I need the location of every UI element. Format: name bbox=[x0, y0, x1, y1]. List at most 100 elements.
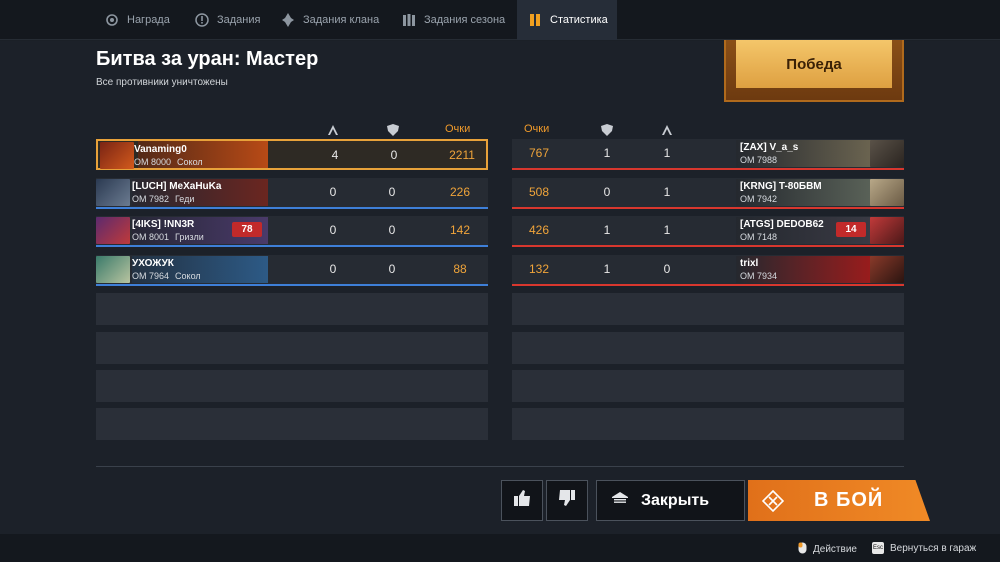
avatar bbox=[870, 217, 904, 244]
avatar bbox=[870, 256, 904, 283]
kills: 4 bbox=[331, 148, 339, 162]
battle-label: В БОЙ bbox=[814, 489, 884, 511]
tab-statistics[interactable]: Статистика bbox=[517, 0, 617, 40]
mouse-icon bbox=[798, 542, 807, 557]
tab-label: Задания клана bbox=[303, 14, 380, 26]
close-label: Закрыть bbox=[641, 491, 710, 509]
stats-bookmark-icon bbox=[527, 12, 543, 28]
assists: 1 bbox=[603, 146, 611, 160]
score: 88 bbox=[453, 262, 467, 276]
assists: 0 bbox=[388, 262, 396, 276]
clan-flame-icon bbox=[280, 12, 296, 28]
avatar bbox=[870, 179, 904, 206]
kills: 1 bbox=[663, 223, 671, 237]
ally-row-3[interactable]: [4IKS] !NN3R ОМ 8001 Гризли 78 0 0 142 bbox=[96, 216, 488, 247]
kills: 1 bbox=[663, 146, 671, 160]
assists: 0 bbox=[388, 223, 396, 237]
dislike-button[interactable] bbox=[546, 480, 588, 521]
player-om: ОМ 7942 bbox=[740, 193, 778, 204]
hint-action[interactable]: Действие bbox=[798, 542, 857, 557]
player-nick: [LUCH] MeXaHuKa bbox=[132, 180, 222, 192]
empty-slot bbox=[512, 293, 904, 325]
player-om: ОМ 7988 bbox=[740, 154, 778, 165]
player-vehicle: Сокол bbox=[175, 270, 201, 281]
kills: 0 bbox=[663, 262, 671, 276]
ally-row-1[interactable]: Vanaming0 ОМ 8000 Сокол 4 0 2211 bbox=[96, 139, 488, 170]
enemy-score-header: Очки bbox=[524, 123, 550, 135]
tab-award[interactable]: Награда bbox=[94, 0, 180, 40]
kills: 0 bbox=[329, 185, 337, 199]
tab-label: Статистика bbox=[550, 14, 608, 26]
player-om: ОМ 7934 bbox=[740, 270, 778, 281]
assists: 0 bbox=[388, 185, 396, 199]
tab-clan-tasks[interactable]: Задания клана bbox=[270, 0, 389, 40]
esc-key: Esc bbox=[872, 542, 885, 554]
player-vehicle: Геди bbox=[175, 193, 195, 204]
player-info: [4IKS] !NN3R ОМ 8001 Гризли bbox=[132, 216, 304, 245]
avatar bbox=[96, 256, 130, 283]
crossed-swords-icon bbox=[326, 123, 340, 135]
kills: 0 bbox=[329, 223, 337, 237]
hint-back[interactable]: Esc Вернуться в гараж bbox=[872, 542, 976, 554]
garage-icon bbox=[611, 491, 629, 510]
enemy-row-1[interactable]: 767 1 1 [ZAX] V_a_s ОМ 7988 bbox=[512, 139, 904, 170]
empty-slot bbox=[96, 408, 488, 440]
kills: 1 bbox=[663, 185, 671, 199]
ally-row-2[interactable]: [LUCH] MeXaHuKa ОМ 7982 Геди 0 0 226 bbox=[96, 178, 488, 209]
result-label: Победа bbox=[786, 55, 842, 73]
hint-action-label: Действие bbox=[813, 544, 857, 555]
empty-slot bbox=[96, 293, 488, 325]
player-nick: [4IKS] !NN3R bbox=[132, 218, 195, 230]
like-button[interactable] bbox=[501, 480, 543, 521]
player-vehicle: Сокол bbox=[177, 156, 203, 167]
score: 426 bbox=[528, 223, 550, 237]
score: 226 bbox=[449, 185, 471, 199]
tab-label: Награда bbox=[127, 14, 170, 26]
player-om: ОМ 7148 bbox=[740, 231, 778, 242]
kills: 0 bbox=[329, 262, 337, 276]
avatar bbox=[870, 140, 904, 167]
battle-button[interactable]: В БОЙ bbox=[748, 480, 930, 521]
thumbs-down-icon bbox=[557, 488, 577, 513]
enemy-row-2[interactable]: 508 0 1 [KRNG] T-80БВМ ОМ 7942 bbox=[512, 178, 904, 209]
avatar bbox=[100, 142, 134, 169]
score: 508 bbox=[528, 185, 550, 199]
results-panel bbox=[0, 41, 1000, 534]
player-om: ОМ 8001 bbox=[132, 231, 170, 242]
ally-row-4[interactable]: УХОЖУК ОМ 7964 Сокол 0 0 88 bbox=[96, 255, 488, 286]
tab-label: Задания bbox=[217, 14, 261, 26]
gear-award-icon bbox=[104, 12, 120, 28]
tab-bar: Награда Задания Задания клана Задания се… bbox=[0, 0, 1000, 40]
empty-slot bbox=[96, 332, 488, 364]
crossed-swords-icon bbox=[660, 123, 674, 135]
result-banner: Победа bbox=[724, 40, 904, 102]
player-nick: УХОЖУК bbox=[132, 257, 174, 269]
enemy-row-3[interactable]: 426 1 1 [ATGS] DEDOB62 ОМ 7148 14 bbox=[512, 216, 904, 247]
tab-label: Задания сезона bbox=[424, 14, 506, 26]
player-nick: Vanaming0 bbox=[134, 143, 187, 155]
score: 767 bbox=[528, 146, 550, 160]
empty-slot bbox=[512, 332, 904, 364]
tab-season-tasks[interactable]: Задания сезона bbox=[391, 0, 515, 40]
avatar bbox=[96, 217, 130, 244]
player-om: ОМ 7964 bbox=[132, 270, 170, 281]
player-info: Vanaming0 ОМ 8000 Сокол bbox=[134, 141, 306, 170]
player-info: УХОЖУК ОМ 7964 Сокол bbox=[132, 255, 304, 284]
empty-slot bbox=[512, 408, 904, 440]
avatar bbox=[96, 179, 130, 206]
season-columns-icon bbox=[401, 12, 417, 28]
enemy-row-4[interactable]: 132 1 0 trixl ОМ 7934 bbox=[512, 255, 904, 286]
page-title: Битва за уран: Мастер bbox=[96, 48, 319, 70]
close-button[interactable]: Закрыть bbox=[596, 480, 745, 521]
shield-icon bbox=[386, 123, 400, 136]
player-info: [LUCH] MeXaHuKa ОМ 7982 Геди bbox=[132, 178, 304, 207]
page-subtitle: Все противники уничтожены bbox=[96, 77, 228, 88]
assists: 0 bbox=[390, 148, 398, 162]
exclamation-gear-icon bbox=[194, 12, 210, 28]
score: 132 bbox=[528, 262, 550, 276]
assists: 0 bbox=[603, 185, 611, 199]
tab-tasks[interactable]: Задания bbox=[184, 0, 270, 40]
level-badge: 14 bbox=[836, 222, 866, 237]
empty-slot bbox=[512, 370, 904, 402]
empty-slot bbox=[96, 370, 488, 402]
